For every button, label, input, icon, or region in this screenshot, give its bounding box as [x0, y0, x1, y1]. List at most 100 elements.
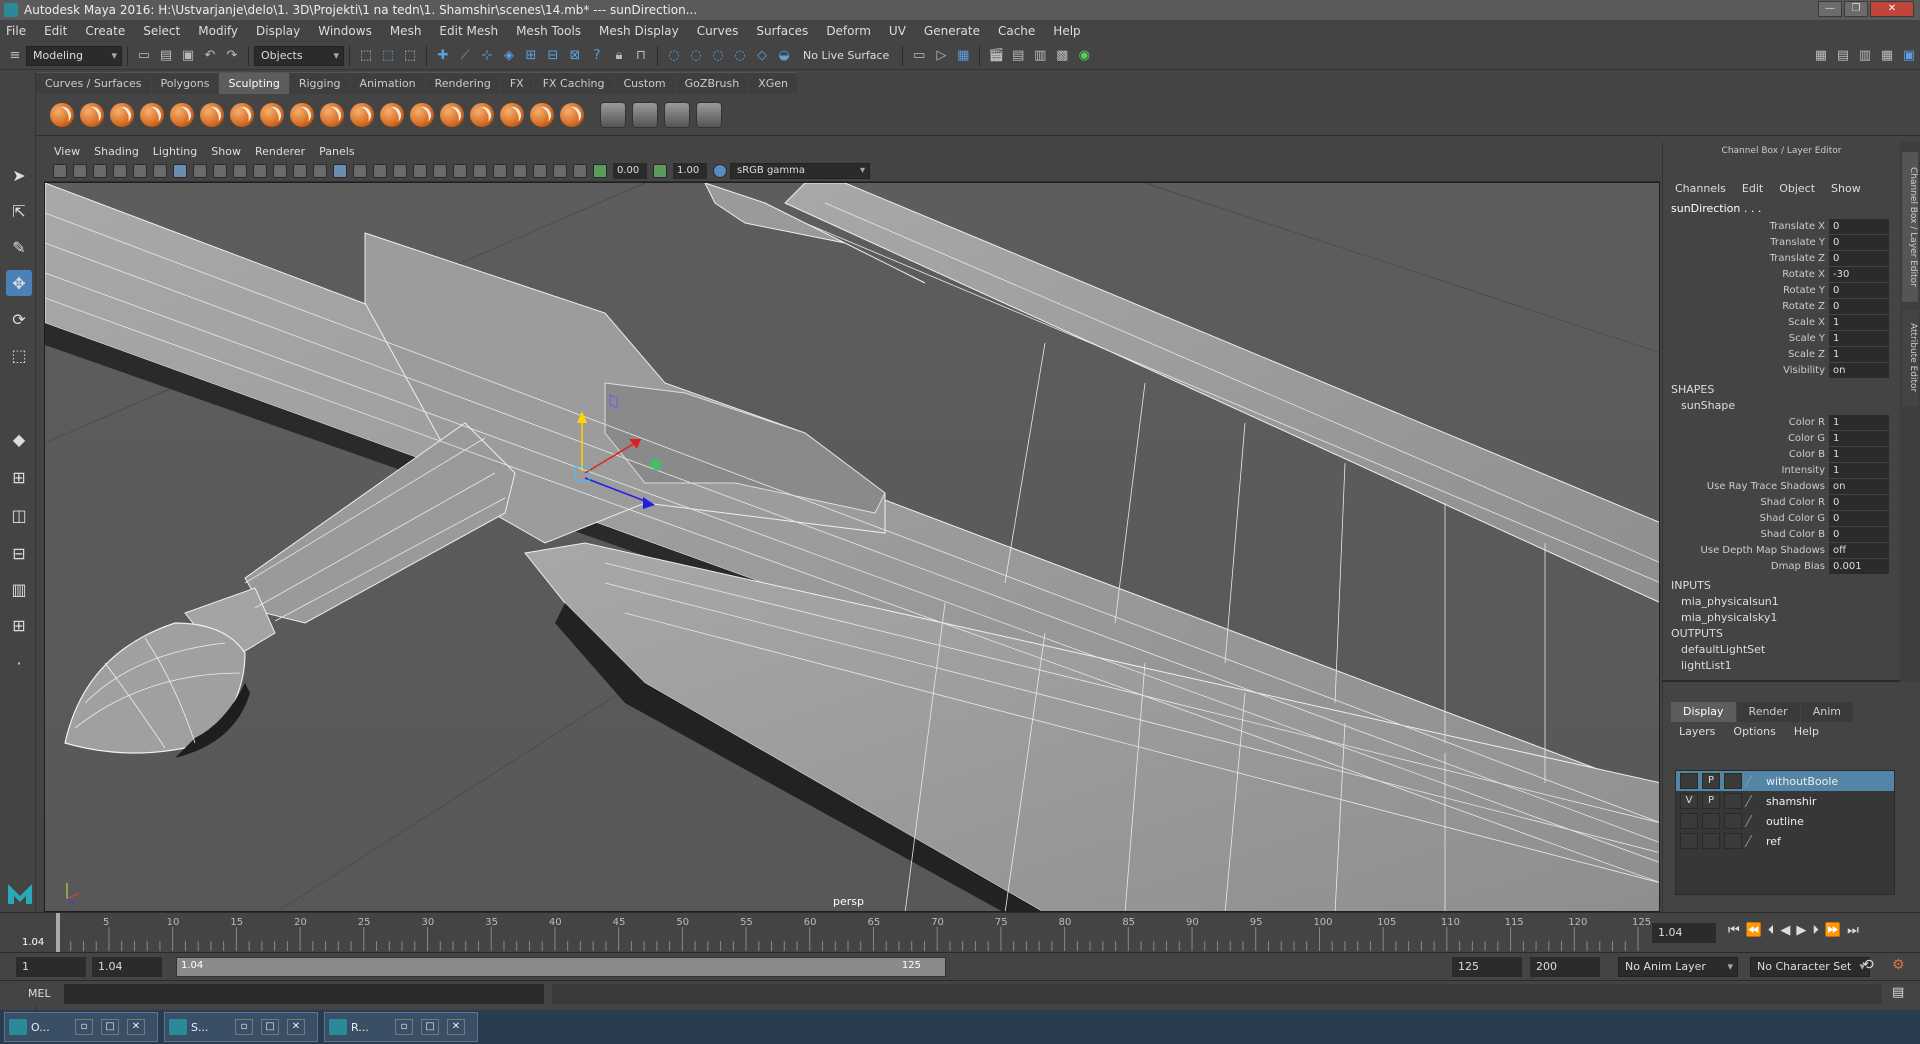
auto-key-icon[interactable]: ⟲ — [1862, 957, 1874, 973]
perspective-viewport[interactable]: persp — [44, 182, 1660, 912]
selection-mode-dropdown[interactable]: Objects — [254, 45, 344, 66]
gamma-field[interactable]: 1.00 — [673, 162, 707, 179]
tool-settings-icon[interactable]: ▥ — [1856, 47, 1874, 65]
select-component-icon[interactable]: ⬚ — [401, 47, 419, 65]
lights-icon[interactable] — [393, 163, 407, 178]
panel-menu-lighting[interactable]: Lighting — [153, 145, 197, 158]
play-forwards-icon[interactable]: ▶ — [1796, 923, 1806, 938]
attribute-label[interactable]: Rotate X — [1663, 269, 1829, 280]
motion-blur-icon[interactable] — [453, 163, 467, 178]
2d-pan-zoom-icon[interactable] — [133, 163, 147, 178]
attribute-value-field[interactable]: 1 — [1829, 314, 1889, 330]
exposure-field[interactable]: 0.00 — [613, 162, 647, 179]
attribute-label[interactable]: Color B — [1663, 449, 1829, 460]
select-tool-icon[interactable]: ➤ — [6, 162, 32, 188]
attribute-value-field[interactable]: on — [1829, 478, 1889, 494]
shelf-tab-custom[interactable]: Custom — [614, 72, 675, 94]
menu-edit-mesh[interactable]: Edit Mesh — [439, 24, 498, 38]
restore-button[interactable]: ▫ — [235, 1019, 253, 1035]
layer-row[interactable]: V Pshamshir — [1676, 791, 1894, 811]
step-forward-key-icon[interactable]: ⏵ — [1812, 923, 1819, 938]
depth-of-field-icon[interactable] — [493, 163, 507, 178]
snap-view-plane-icon[interactable]: ◈ — [500, 47, 518, 65]
snap-curve-icon[interactable]: ⟋ — [456, 47, 474, 65]
layer-visibility-toggle[interactable]: V — [1680, 793, 1698, 809]
layer-color-swatch[interactable] — [1744, 815, 1764, 827]
lasso-icon-3[interactable]: ◌ — [709, 47, 727, 65]
layer-editor-icon[interactable]: ▣ — [1900, 47, 1918, 65]
lock-icon[interactable]: 🔒︎ — [610, 47, 628, 65]
lasso-icon[interactable]: ◌ — [665, 47, 683, 65]
maximize-button[interactable]: □ — [261, 1019, 279, 1035]
xray-components-icon[interactable] — [573, 163, 587, 178]
render-view-icon[interactable]: 🎬︎ — [987, 47, 1005, 65]
play-backwards-icon[interactable]: ◀ — [1780, 923, 1790, 938]
go-to-start-icon[interactable]: ⏮ — [1728, 923, 1740, 938]
attribute-label[interactable]: Intensity — [1663, 465, 1829, 476]
bulge-tool-icon[interactable] — [500, 102, 524, 127]
layer-row[interactable]: PwithoutBoole — [1676, 771, 1894, 791]
layer-menu-layers[interactable]: Layers — [1679, 722, 1715, 742]
attribute-value-field[interactable]: 0 — [1829, 282, 1889, 298]
camera-output-icon[interactable]: ▷ — [932, 47, 950, 65]
scrape-tool-icon[interactable] — [380, 102, 404, 127]
channel-menu-edit[interactable]: Edit — [1742, 182, 1763, 198]
attribute-label[interactable]: Translate Z — [1663, 253, 1829, 264]
attribute-value-field[interactable]: 0 — [1829, 234, 1889, 250]
persp-outliner-layout-icon[interactable]: ▥ — [6, 576, 32, 602]
layer-playback-toggle[interactable]: P — [1702, 793, 1720, 809]
shape-name[interactable]: sunShape — [1663, 398, 1900, 414]
go-to-end-icon[interactable]: ⏭ — [1847, 923, 1859, 938]
script-language-label[interactable]: MEL — [28, 987, 51, 1000]
character-set-dropdown[interactable]: No Character Set — [1750, 957, 1870, 977]
minimized-window[interactable]: S... ▫ □ ✕ — [164, 1012, 318, 1042]
uv-snapshot-icon[interactable] — [632, 101, 658, 128]
anim-layer-dropdown[interactable]: No Anim Layer — [1618, 957, 1738, 977]
freeze-tool-icon[interactable] — [560, 102, 584, 127]
scale-tool-icon[interactable]: ⬚ — [6, 342, 32, 368]
flatten-tool-icon[interactable] — [200, 102, 224, 127]
animation-start-field[interactable]: 1 — [16, 957, 86, 977]
smooth-tool-icon[interactable] — [80, 102, 104, 127]
attribute-label[interactable]: Dmap Bias — [1663, 561, 1829, 572]
film-gate-icon[interactable] — [193, 163, 207, 178]
layer-display-type-toggle[interactable] — [1724, 793, 1742, 809]
render-settings-icon[interactable]: ▩ — [1053, 47, 1071, 65]
playback-start-field[interactable]: 1.04 — [92, 957, 162, 977]
smear-tool-icon[interactable] — [470, 102, 494, 127]
close-button[interactable]: ✕ — [447, 1019, 465, 1035]
layer-tab-display[interactable]: Display — [1671, 702, 1736, 722]
safe-title-icon[interactable] — [293, 163, 307, 178]
attribute-label[interactable]: Shad Color G — [1663, 513, 1829, 524]
snap-point-icon[interactable]: ⊹ — [478, 47, 496, 65]
side-by-side-layout-icon[interactable]: ◫ — [6, 502, 32, 528]
layer-tab-render[interactable]: Render — [1736, 702, 1800, 722]
attribute-value-field[interactable]: 1 — [1829, 414, 1889, 430]
smooth-shade-icon[interactable] — [333, 163, 347, 178]
view-transform-dropdown[interactable]: sRGB gamma — [730, 162, 870, 179]
menu-surfaces[interactable]: Surfaces — [756, 24, 808, 38]
attribute-label[interactable]: Use Ray Trace Shadows — [1663, 481, 1829, 492]
close-button[interactable]: ✕ — [1870, 1, 1914, 17]
minimize-button[interactable]: — — [1818, 1, 1842, 17]
shelf-tab-xgen[interactable]: XGen — [749, 72, 798, 94]
step-back-key-icon[interactable]: ⏴ — [1768, 923, 1775, 938]
maximize-button[interactable]: □ — [421, 1019, 439, 1035]
menu-windows[interactable]: Windows — [318, 24, 372, 38]
restore-button[interactable]: ▫ — [75, 1019, 93, 1035]
layer-display-type-toggle[interactable] — [1724, 813, 1742, 829]
script-editor-icon[interactable]: ▤ — [1892, 985, 1904, 1000]
attribute-value-field[interactable]: 0 — [1829, 526, 1889, 542]
selected-object-name[interactable]: sunDirection . . . — [1663, 202, 1900, 218]
menu-mesh-display[interactable]: Mesh Display — [599, 24, 679, 38]
layer-visibility-toggle[interactable] — [1680, 813, 1698, 829]
attribute-value-field[interactable]: on — [1829, 362, 1889, 378]
imprint-tool-icon[interactable] — [320, 102, 344, 127]
layer-tab-anim[interactable]: Anim — [1800, 702, 1853, 722]
current-frame-field[interactable]: 1.04 — [1652, 923, 1716, 943]
anti-aliasing-icon[interactable] — [473, 163, 487, 178]
image-plane-icon[interactable] — [113, 163, 127, 178]
shelf-tab-sculpting[interactable]: Sculpting — [219, 72, 289, 94]
attribute-label[interactable]: Shad Color R — [1663, 497, 1829, 508]
hypershade-icon[interactable]: ◉ — [1075, 47, 1093, 65]
